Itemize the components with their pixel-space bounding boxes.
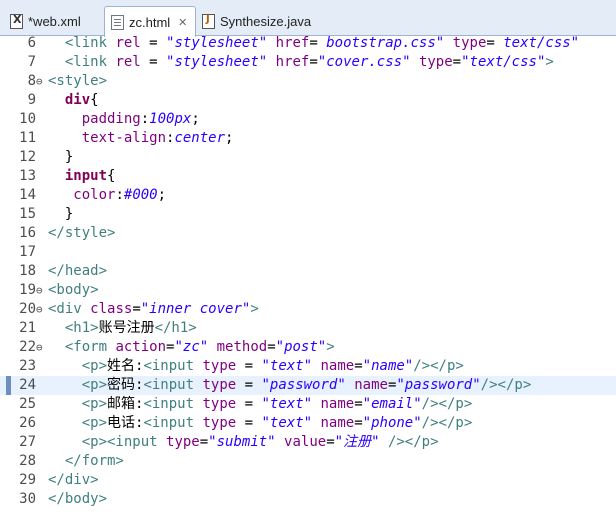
line-code: padding:100px; bbox=[81, 111, 200, 127]
line-number: 28 bbox=[19, 453, 36, 469]
line-number: 20 bbox=[19, 301, 36, 317]
line-number: 25 bbox=[19, 396, 36, 412]
line-code: </head> bbox=[48, 263, 108, 279]
line-code: <body> bbox=[48, 282, 99, 298]
line-code: <p>电话:<input type = "text" name="phone"/… bbox=[81, 415, 473, 431]
code-line[interactable]: 22 ⊖ <form action="zc" method="post"> bbox=[0, 338, 616, 357]
line-number: 21 bbox=[19, 320, 36, 336]
line-code: <h1>账号注册</h1> bbox=[64, 320, 197, 336]
line-number: 18 bbox=[19, 263, 36, 279]
fold-toggle-icon[interactable]: ⊖ bbox=[36, 338, 46, 357]
code-line[interactable]: 23 <p>姓名:<input type = "text" name="name… bbox=[0, 357, 616, 376]
code-line[interactable]: 19 ⊖ <body> bbox=[0, 281, 616, 300]
code-line[interactable]: 13 input{ bbox=[0, 167, 616, 186]
code-line[interactable]: 18 </head> bbox=[0, 262, 616, 281]
line-number: 23 bbox=[19, 358, 36, 374]
line-number: 6 bbox=[27, 35, 36, 51]
code-line[interactable]: 24 <p>密码:<input type = "password" name="… bbox=[0, 376, 616, 395]
line-number: 8 bbox=[27, 73, 36, 89]
line-number: 12 bbox=[19, 149, 36, 165]
java-file-icon bbox=[202, 13, 215, 29]
code-line[interactable]: 6 <link rel = "stylesheet" href= bootstr… bbox=[0, 34, 616, 53]
line-code: input{ bbox=[64, 168, 116, 184]
code-line[interactable]: 9 div{ bbox=[0, 91, 616, 110]
fold-toggle-icon[interactable]: ⊖ bbox=[36, 281, 46, 300]
tab-synthesize-java[interactable]: Synthesize.java bbox=[198, 6, 348, 36]
line-number: 29 bbox=[19, 472, 36, 488]
code-line[interactable]: 16 </style> bbox=[0, 224, 616, 243]
line-code: div{ bbox=[64, 92, 99, 108]
code-line[interactable]: 12 } bbox=[0, 148, 616, 167]
line-number: 16 bbox=[19, 225, 36, 241]
code-line[interactable]: 27 <p><input type="submit" value="注册" />… bbox=[0, 433, 616, 452]
line-number: 9 bbox=[27, 92, 36, 108]
line-code: </div> bbox=[48, 472, 99, 488]
line-number: 22 bbox=[19, 339, 36, 355]
code-line[interactable]: 26 <p>电话:<input type = "text" name="phon… bbox=[0, 414, 616, 433]
code-line[interactable]: 10 padding:100px; bbox=[0, 110, 616, 129]
code-line[interactable]: 11 text-align:center; bbox=[0, 129, 616, 148]
tab-label: zc.html bbox=[129, 14, 171, 30]
line-code: <p>邮箱:<input type = "text" name="email"/… bbox=[81, 396, 473, 412]
code-line[interactable]: 28 </form> bbox=[0, 452, 616, 471]
line-number: 30 bbox=[19, 491, 36, 507]
line-code: </style> bbox=[48, 225, 116, 241]
line-number: 11 bbox=[19, 130, 36, 146]
code-editor[interactable]: 6 <link rel = "stylesheet" href= bootstr… bbox=[0, 34, 616, 512]
line-code: <p>密码:<input type = "password" name="pas… bbox=[81, 377, 532, 393]
close-tab-icon[interactable]: ✕ bbox=[178, 16, 187, 29]
code-line[interactable]: 25 <p>邮箱:<input type = "text" name="emai… bbox=[0, 395, 616, 414]
line-code: <p><input type="submit" value="注册" /></p… bbox=[81, 434, 439, 450]
line-code: </body> bbox=[48, 491, 108, 507]
line-code: <style> bbox=[48, 73, 108, 89]
html-file-icon bbox=[111, 14, 124, 30]
tab-zc-html[interactable]: zc.html ✕ bbox=[104, 6, 196, 37]
code-line[interactable]: 21 <h1>账号注册</h1> bbox=[0, 319, 616, 338]
editor-tab-bar: *web.xml zc.html ✕ Synthesize.java bbox=[0, 0, 616, 37]
code-line[interactable]: 7 <link rel = "stylesheet" href="cover.c… bbox=[0, 53, 616, 72]
fold-toggle-icon[interactable]: ⊖ bbox=[36, 300, 46, 319]
line-code: <div class="inner cover"> bbox=[48, 301, 259, 317]
line-number: 15 bbox=[19, 206, 36, 222]
code-line[interactable]: 20 ⊖ <div class="inner cover"> bbox=[0, 300, 616, 319]
line-code: <link rel = "stylesheet" href="cover.css… bbox=[64, 54, 554, 70]
line-code: } bbox=[48, 149, 74, 165]
tab-web-xml[interactable]: *web.xml bbox=[6, 6, 102, 36]
line-number: 13 bbox=[19, 168, 36, 184]
line-number: 7 bbox=[27, 54, 36, 70]
line-code: </form> bbox=[64, 453, 124, 469]
line-number: 19 bbox=[19, 282, 36, 298]
code-line[interactable]: 15 } bbox=[0, 205, 616, 224]
line-code: text-align:center; bbox=[81, 130, 234, 146]
line-number: 14 bbox=[19, 187, 36, 203]
code-line[interactable]: 30 </body> bbox=[0, 490, 616, 509]
line-number: 24 bbox=[19, 377, 36, 393]
line-number: 10 bbox=[19, 111, 36, 127]
code-line[interactable]: 17 bbox=[0, 243, 616, 262]
line-number: 26 bbox=[19, 415, 36, 431]
tab-label: *web.xml bbox=[28, 13, 81, 29]
line-number: 17 bbox=[19, 244, 36, 260]
line-code: color:#000; bbox=[73, 187, 167, 203]
xml-file-icon bbox=[10, 13, 23, 29]
line-code: <p>姓名:<input type = "text" name="name"/>… bbox=[81, 358, 464, 374]
code-line[interactable]: 8 ⊖ <style> bbox=[0, 72, 616, 91]
line-code: <form action="zc" method="post"> bbox=[64, 339, 335, 355]
line-code: } bbox=[48, 206, 74, 222]
line-code: <link rel = "stylesheet" href= bootstrap… bbox=[64, 35, 580, 51]
fold-toggle-icon[interactable]: ⊖ bbox=[36, 72, 46, 91]
tab-label: Synthesize.java bbox=[220, 13, 312, 29]
code-line[interactable]: 29 </div> bbox=[0, 471, 616, 490]
code-line[interactable]: 14 color:#000; bbox=[0, 186, 616, 205]
line-number: 27 bbox=[19, 434, 36, 450]
